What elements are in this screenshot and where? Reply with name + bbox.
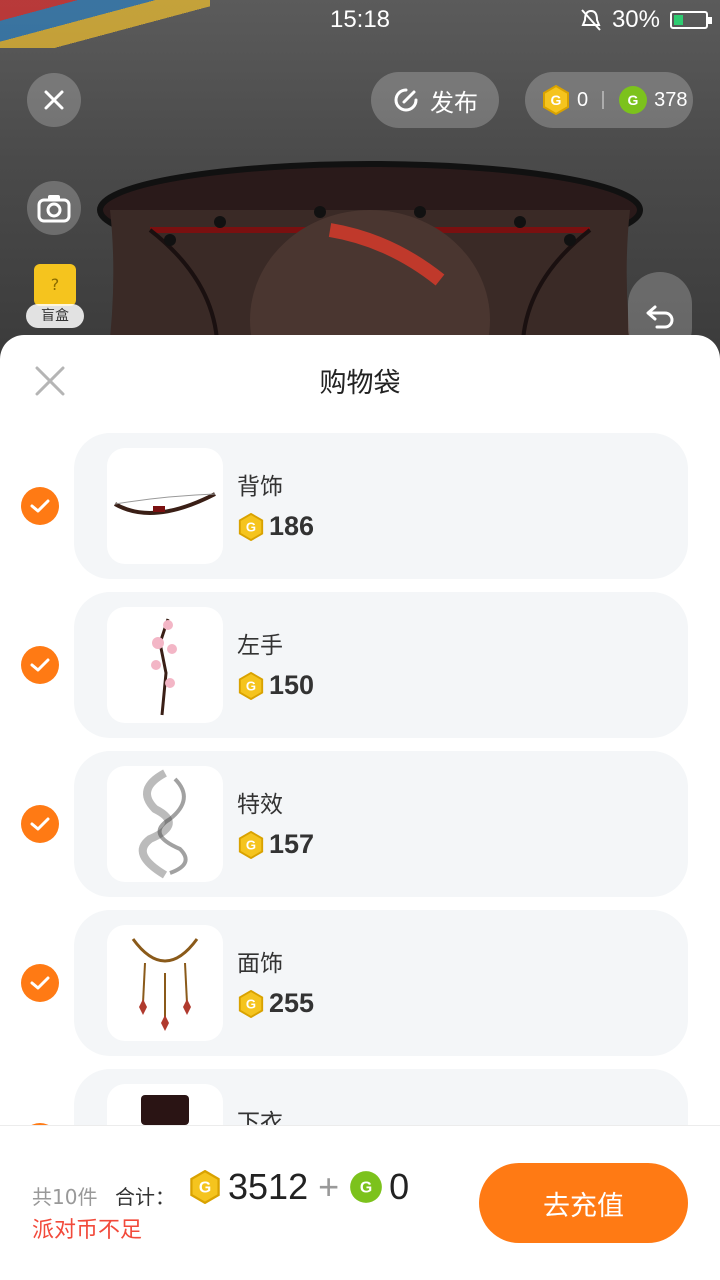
gold-total: 3512 bbox=[228, 1166, 309, 1207]
svg-text:G: G bbox=[246, 996, 256, 1011]
item-card[interactable]: 背饰 G 186 bbox=[74, 433, 688, 579]
battery-percent: 30% bbox=[611, 6, 660, 33]
item-card[interactable]: 特效 G 157 bbox=[74, 751, 688, 897]
hat-preview bbox=[97, 161, 643, 360]
cart-item: 特效 G 157 bbox=[0, 751, 720, 897]
undo-icon bbox=[646, 305, 674, 329]
checkmark-icon bbox=[30, 499, 50, 513]
gold-coin-balance: 0 bbox=[577, 88, 589, 111]
svg-text:G: G bbox=[246, 678, 256, 693]
gold-coin-icon: G bbox=[238, 512, 264, 541]
gold-coin-icon: G bbox=[238, 830, 264, 859]
recharge-button[interactable]: 去充值 bbox=[479, 1163, 688, 1243]
sheet-title: 购物袋 bbox=[319, 368, 401, 399]
svg-text:G: G bbox=[628, 92, 639, 108]
publish-icon bbox=[394, 88, 418, 112]
green-coin-icon: G bbox=[619, 86, 648, 114]
blind-box-label: 盲盒 bbox=[26, 304, 84, 328]
wallet-divider bbox=[602, 91, 605, 109]
item-price-value: 255 bbox=[269, 988, 315, 1018]
status-bar: 15:18 30% bbox=[0, 0, 720, 40]
tassel-necklace-image bbox=[131, 938, 199, 1031]
camera-button[interactable] bbox=[27, 181, 81, 235]
item-price: G 150 bbox=[237, 670, 314, 701]
gold-coin-icon: G bbox=[543, 85, 569, 115]
skirt-image bbox=[141, 1095, 189, 1125]
plus-sign: + bbox=[318, 1166, 340, 1207]
svg-text:G: G bbox=[246, 837, 256, 852]
cart-item: 背饰 G 186 bbox=[0, 433, 720, 579]
total-price: G 3512 + G 0 bbox=[188, 1166, 409, 1208]
item-checkbox[interactable] bbox=[21, 805, 59, 843]
item-name: 下衣 bbox=[237, 1110, 283, 1125]
plum-blossom-image bbox=[151, 618, 177, 716]
cart-item-list[interactable]: 背饰 G 186 左手 G 150 特效 G 157 面饰 G 255 下衣 bbox=[0, 433, 720, 1125]
publish-label: 发布 bbox=[430, 88, 478, 117]
svg-text:G: G bbox=[360, 1180, 372, 1197]
wallet-balance[interactable]: G 0 G 378 bbox=[525, 72, 693, 128]
svg-text:G: G bbox=[246, 519, 256, 534]
item-price: G 255 bbox=[237, 988, 314, 1019]
total-label: 合计： bbox=[115, 1185, 175, 1209]
item-card[interactable]: 面饰 G 255 bbox=[74, 910, 688, 1056]
publish-button[interactable]: 发布 bbox=[371, 72, 499, 128]
cart-item: 左手 G 150 bbox=[0, 592, 720, 738]
svg-text:G: G bbox=[199, 1180, 211, 1197]
green-total: 0 bbox=[389, 1166, 410, 1207]
item-card[interactable]: 下衣 bbox=[74, 1069, 688, 1125]
item-name: 背饰 bbox=[237, 474, 283, 500]
item-name: 特效 bbox=[237, 792, 283, 818]
cart-item: 面饰 G 255 bbox=[0, 910, 720, 1056]
item-count: 共10件 bbox=[32, 1185, 98, 1209]
item-price-value: 150 bbox=[269, 670, 315, 700]
blind-box-icon: ? bbox=[34, 264, 76, 306]
gold-coin-icon: G bbox=[190, 1170, 220, 1204]
status-right: 30% bbox=[580, 6, 712, 34]
item-name: 面饰 bbox=[237, 951, 283, 977]
gold-coin-icon: G bbox=[238, 671, 264, 700]
green-coin-icon: G bbox=[350, 1171, 382, 1203]
item-price-value: 186 bbox=[269, 511, 315, 541]
item-card[interactable]: 左手 G 150 bbox=[74, 592, 688, 738]
svg-text:G: G bbox=[551, 92, 562, 108]
checkmark-icon bbox=[30, 658, 50, 672]
battery-icon bbox=[670, 11, 712, 29]
green-coin-balance: 378 bbox=[654, 88, 688, 111]
checkout-footer: 共10件 合计： G 3512 + G 0 派对币不足 去充值 bbox=[0, 1125, 720, 1280]
insufficient-balance-warning: 派对币不足 bbox=[32, 1218, 143, 1243]
item-checkbox[interactable] bbox=[21, 646, 59, 684]
item-price-value: 157 bbox=[269, 829, 315, 859]
item-price: G 186 bbox=[237, 511, 314, 542]
close-button[interactable] bbox=[27, 73, 81, 127]
bow-image bbox=[113, 492, 216, 515]
item-name: 左手 bbox=[237, 633, 283, 659]
item-thumbnail bbox=[107, 925, 223, 1041]
smoke-effect-image bbox=[138, 769, 188, 879]
item-thumbnail bbox=[107, 448, 223, 564]
avatar-preview-scene bbox=[0, 0, 720, 360]
gold-coin-icon: G bbox=[238, 989, 264, 1018]
blind-box-button[interactable]: ? 盲盒 bbox=[26, 264, 84, 330]
bell-muted-icon bbox=[581, 9, 601, 31]
close-icon bbox=[44, 90, 64, 110]
cart-item: 下衣 bbox=[0, 1069, 720, 1125]
checkmark-icon bbox=[30, 976, 50, 990]
shopping-bag-sheet: 购物袋 背饰 G 186 左手 G 150 特效 G 157 面饰 G 255 … bbox=[0, 335, 720, 1280]
item-checkbox[interactable] bbox=[21, 487, 59, 525]
camera-icon bbox=[37, 195, 71, 223]
item-thumbnail bbox=[107, 1084, 223, 1125]
item-price: G 157 bbox=[237, 829, 314, 860]
item-thumbnail bbox=[107, 607, 223, 723]
item-checkbox[interactable] bbox=[21, 964, 59, 1002]
checkmark-icon bbox=[30, 817, 50, 831]
item-thumbnail bbox=[107, 766, 223, 882]
